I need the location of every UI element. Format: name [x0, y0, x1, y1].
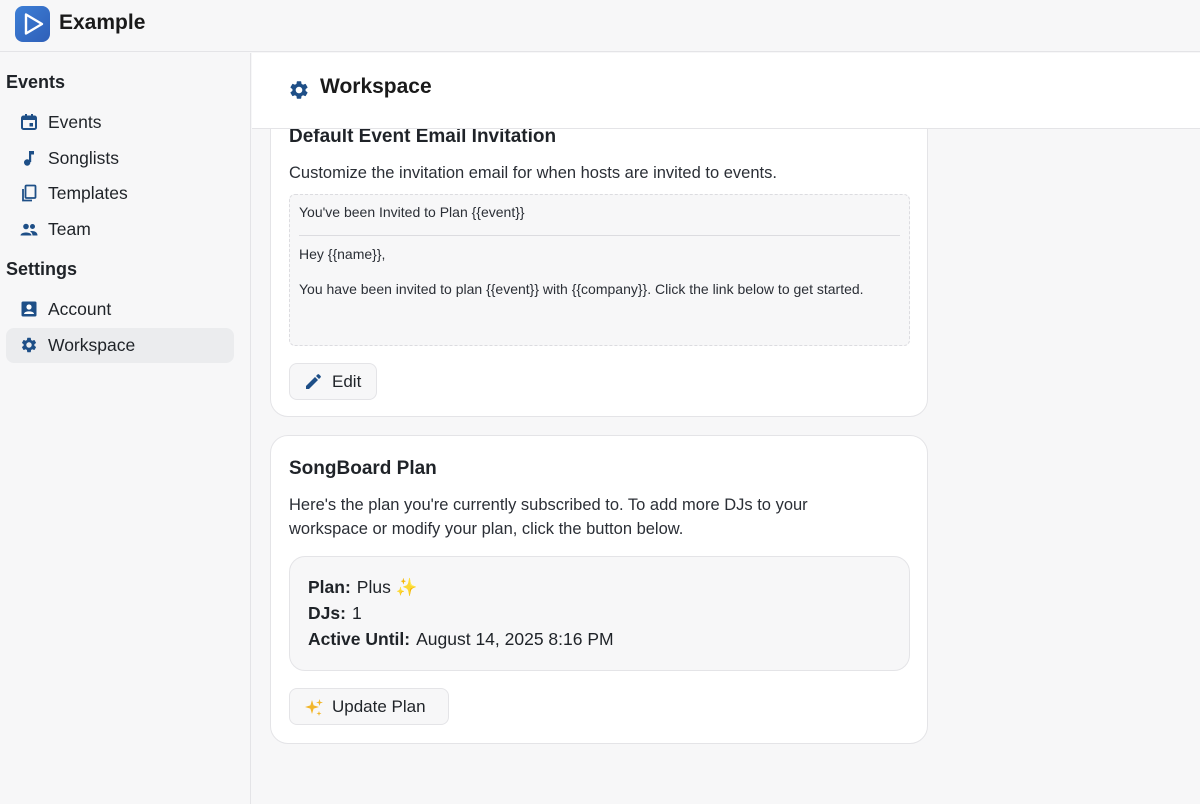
email-body: You have been invited to plan {{event}} … [299, 281, 864, 297]
page-title: Workspace [320, 75, 432, 98]
active-until-row: Active Until: August 14, 2025 8:16 PM [308, 629, 614, 650]
people-icon [20, 220, 38, 238]
email-preview: You've been Invited to Plan {{event}} He… [289, 194, 910, 346]
gear-icon [20, 336, 38, 354]
email-divider [299, 235, 900, 236]
sidebar-item-events[interactable]: Events [6, 105, 234, 140]
active-until-label: Active Until: [308, 629, 411, 649]
plan-row: Plan: Plus ✨ [308, 577, 418, 598]
app-brand[interactable]: Example [59, 11, 145, 35]
edit-button-label: Edit [332, 372, 362, 391]
plan-value: Plus ✨ [356, 577, 418, 597]
email-card-title: Default Event Email Invitation [289, 129, 557, 147]
music-note-icon [20, 149, 38, 167]
pencil-icon [304, 373, 322, 396]
email-subject: You've been Invited to Plan {{event}} [299, 204, 525, 220]
djs-row: DJs: 1 [308, 603, 362, 624]
gear-icon [288, 79, 310, 106]
top-bar: Example [0, 0, 1200, 52]
plan-details: Plan: Plus ✨ DJs: 1 Active Until: August 14… [289, 556, 910, 671]
sidebar-item-label: Workspace [48, 335, 136, 355]
sidebar-item-account[interactable]: Account [6, 292, 234, 327]
calendar-icon [20, 113, 38, 131]
plan-card: SongBoard Plan Here's the plan you're cu… [270, 435, 928, 744]
update-plan-label: Update Plan [332, 697, 426, 716]
active-until-value: August 14, 2025 8:16 PM [416, 629, 614, 649]
sidebar-section-settings: Settings [6, 259, 78, 279]
sidebar-item-songlists[interactable]: Songlists [6, 141, 234, 176]
copy-icon [20, 184, 38, 202]
sidebar-item-label: Templates [48, 183, 128, 203]
sidebar-item-team[interactable]: Team [6, 212, 234, 247]
plan-label: Plan: [308, 577, 351, 597]
page-header: Workspace [252, 53, 1200, 129]
sidebar-item-label: Account [48, 299, 112, 319]
sidebar-item-templates[interactable]: Templates [6, 176, 234, 211]
sidebar-section-events: Events [6, 72, 66, 92]
plan-card-title: SongBoard Plan [289, 458, 437, 479]
sidebar-item-label: Songlists [48, 148, 120, 168]
edit-button[interactable]: Edit [289, 363, 377, 400]
sidebar: Events Events Songlists Templates Team S… [0, 53, 251, 804]
email-card-description: Customize the invitation email for when … [289, 164, 777, 182]
update-plan-button[interactable]: Update Plan [289, 688, 449, 725]
sidebar-item-label: Team [48, 219, 91, 239]
email-greeting: Hey {{name}}, [299, 246, 386, 262]
sparkles-icon [304, 698, 324, 723]
app-logo-icon[interactable] [15, 6, 50, 42]
sidebar-item-workspace[interactable]: Workspace [6, 328, 234, 363]
djs-value: 1 [351, 603, 362, 623]
account-box-icon [20, 300, 38, 318]
djs-label: DJs: [308, 603, 346, 623]
sidebar-item-label: Events [48, 112, 102, 132]
plan-card-description: Here's the plan you're currently subscri… [289, 496, 808, 538]
email-invitation-card: Default Event Email Invitation Customize… [270, 129, 928, 417]
main-content[interactable]: Default Event Email Invitation Customize… [252, 129, 1200, 804]
